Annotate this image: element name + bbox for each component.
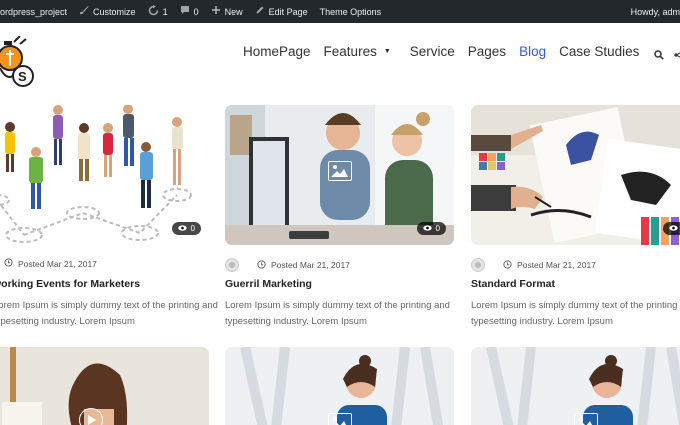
clock-icon xyxy=(503,259,512,271)
image-icon xyxy=(328,413,352,425)
admin-bar-new[interactable]: New xyxy=(205,0,249,23)
howdy-label: Howdy, adm xyxy=(630,6,680,17)
post-excerpt: Lorem Ipsum is simply dummy text of the … xyxy=(225,300,450,327)
woman-easel-image xyxy=(0,347,209,425)
post-thumbnail[interactable] xyxy=(225,347,454,425)
fashion-sketch-image xyxy=(471,105,680,245)
play-icon[interactable] xyxy=(79,408,103,425)
eye-icon xyxy=(177,224,187,233)
main-nav: HomePage Features ▼ Service Pages Blog Ca… xyxy=(243,44,652,59)
nav-item-service[interactable]: Service xyxy=(410,44,455,59)
new-label: New xyxy=(224,6,243,17)
site-name: ordpress_project xyxy=(0,6,68,17)
post-meta: Posted Mar 21, 2017 xyxy=(225,258,350,272)
post-excerpt: Lorem Ipsum is simply dummy text of the … xyxy=(0,300,218,327)
comment-icon xyxy=(180,5,190,18)
clock-icon xyxy=(4,258,13,269)
eye-icon xyxy=(422,224,432,233)
share-icon[interactable] xyxy=(674,47,680,65)
post-meta: Posted Mar 21, 2017 xyxy=(471,258,596,272)
views-badge: 0 xyxy=(416,222,446,235)
post-thumbnail[interactable] xyxy=(0,347,209,425)
nav-case-studies-label[interactable]: Case Studies xyxy=(559,44,639,59)
plus-icon xyxy=(211,5,221,18)
image-icon xyxy=(574,413,598,425)
search-icon[interactable] xyxy=(654,47,664,65)
pencil-icon xyxy=(255,5,265,18)
post-date: Posted Mar 21, 2017 xyxy=(271,260,350,270)
views-count: 0 xyxy=(435,224,440,233)
avatar[interactable] xyxy=(225,258,239,272)
brush-icon xyxy=(79,5,89,18)
post-meta: Posted Mar 21, 2017 xyxy=(4,258,97,269)
edit-page-label: Edit Page xyxy=(268,6,308,17)
post-thumbnail[interactable]: 0 xyxy=(471,105,680,245)
post-date: Posted Mar 21, 2017 xyxy=(18,258,97,269)
views-badge: 0 xyxy=(662,222,680,235)
admin-bar-comments[interactable]: 0 xyxy=(174,0,205,23)
nav-item-case-studies[interactable]: Case Studies xyxy=(559,44,639,59)
clock-icon xyxy=(257,259,266,271)
post-title[interactable]: working Events for Marketers xyxy=(0,278,140,290)
admin-bar-edit-page[interactable]: Edit Page xyxy=(249,0,314,23)
nav-features-label[interactable]: Features xyxy=(324,44,377,59)
site-logo[interactable]: S xyxy=(0,35,40,92)
post-date: Posted Mar 21, 2017 xyxy=(517,260,596,270)
nav-blog-label[interactable]: Blog xyxy=(519,44,546,59)
views-count: 0 xyxy=(190,224,195,233)
post-title[interactable]: Guerril Marketing xyxy=(225,278,312,290)
post-thumbnail[interactable]: 0 xyxy=(0,105,209,245)
header-icons xyxy=(654,47,680,65)
admin-bar-account[interactable]: Howdy, adm xyxy=(625,0,680,23)
updates-count: 1 xyxy=(162,6,168,17)
image-icon xyxy=(328,161,352,181)
customize-label: Customize xyxy=(93,6,136,17)
post-thumbnail[interactable]: 0 xyxy=(225,105,454,245)
nav-pages-label[interactable]: Pages xyxy=(468,44,506,59)
nav-item-blog[interactable]: Blog xyxy=(519,44,546,59)
svg-text:S: S xyxy=(18,69,27,84)
theme-options-label: Theme Options xyxy=(319,6,382,17)
comments-count: 0 xyxy=(193,6,199,17)
admin-bar-customize[interactable]: Customize xyxy=(73,0,142,23)
nav-item-pages[interactable]: Pages xyxy=(468,44,506,59)
admin-bar: ordpress_project Customize 1 0 New Edit … xyxy=(0,0,680,23)
views-badge: 0 xyxy=(171,222,201,235)
post-excerpt: Lorem Ipsum is simply dummy text of the … xyxy=(471,300,680,327)
nav-homepage-label[interactable]: HomePage xyxy=(243,44,311,59)
admin-bar-site[interactable]: ordpress_project xyxy=(0,0,73,23)
refresh-icon xyxy=(148,4,159,19)
chevron-down-icon[interactable]: ▼ xyxy=(384,48,391,55)
eye-icon xyxy=(668,224,678,233)
nav-item-features[interactable]: Features ▼ xyxy=(324,44,391,59)
nav-service-label[interactable]: Service xyxy=(410,44,455,59)
nav-item-homepage[interactable]: HomePage xyxy=(243,44,311,59)
post-thumbnail[interactable] xyxy=(471,347,680,425)
avatar[interactable] xyxy=(471,258,485,272)
post-title[interactable]: Standard Format xyxy=(471,278,555,290)
admin-bar-theme-options[interactable]: Theme Options xyxy=(314,0,388,23)
admin-bar-updates[interactable]: 1 xyxy=(142,0,174,23)
